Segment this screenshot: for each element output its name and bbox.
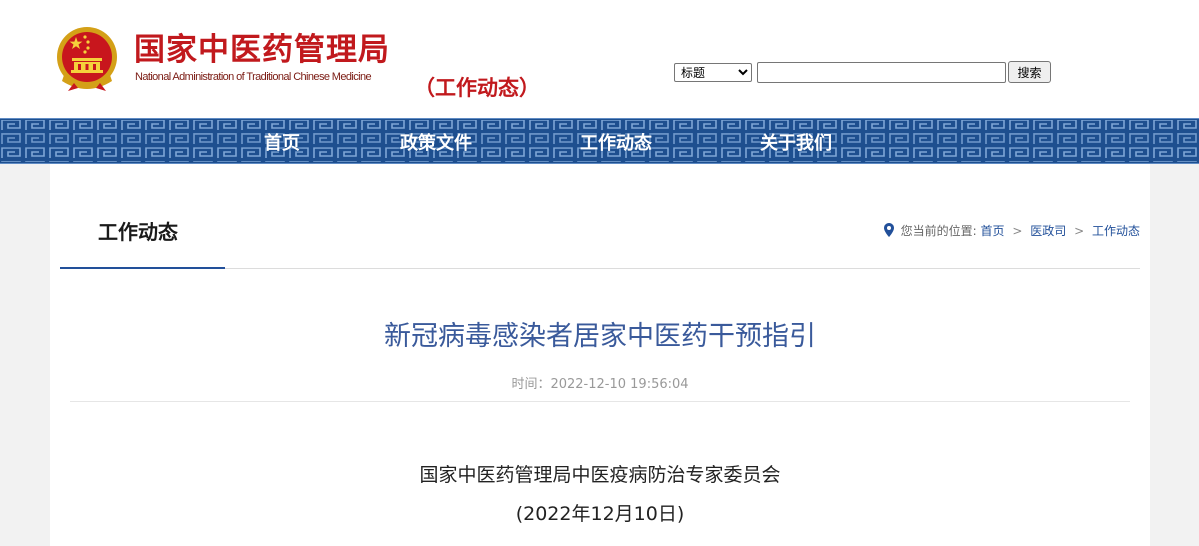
breadcrumb-link-home[interactable]: 首页: [981, 224, 1005, 238]
breadcrumb-link-work-news[interactable]: 工作动态: [1092, 224, 1140, 238]
article-meta: 时间：2022-12-10 19:56:04: [50, 373, 1150, 392]
nav-item-home[interactable]: 首页: [264, 129, 300, 155]
article-time-label: 时间：: [511, 377, 551, 392]
meta-divider: [70, 401, 1130, 402]
nav-item-about[interactable]: 关于我们: [760, 129, 832, 155]
breadcrumb-link-department[interactable]: 医政司: [1030, 224, 1066, 238]
site-title[interactable]: 国家中医药管理局: [134, 30, 390, 70]
search-field-select[interactable]: 标题: [674, 63, 752, 82]
column-title-underline: [60, 267, 225, 269]
nav-item-policy[interactable]: 政策文件: [400, 129, 472, 155]
article-title: 新冠病毒感染者居家中医药干预指引: [384, 321, 816, 352]
article-time: 2022-12-10 19:56:04: [550, 377, 689, 392]
site-header: 国家中医药管理局 National Administration of Trad…: [0, 0, 1199, 118]
breadcrumb-prefix: 您当前的位置:: [900, 224, 977, 238]
breadcrumb-separator: >: [1012, 224, 1023, 238]
nav-item-work-news[interactable]: 工作动态: [580, 129, 652, 155]
content-panel: 工作动态 您当前的位置: 首页 > 医政司 > 工作动态 新冠病毒感染者居家中医…: [50, 164, 1150, 546]
article-date-line: (2022年12月10日): [515, 503, 685, 525]
breadcrumb: 您当前的位置: 首页 > 医政司 > 工作动态: [883, 222, 1140, 239]
article-issuer: 国家中医药管理局中医疫病防治专家委员会: [419, 464, 781, 486]
search-input[interactable]: [757, 62, 1006, 83]
search-button[interactable]: 搜索: [1008, 61, 1051, 83]
section-tag: （工作动态）: [414, 76, 540, 100]
national-emblem-icon[interactable]: [54, 25, 120, 93]
location-pin-icon: [883, 223, 894, 237]
breadcrumb-separator: >: [1074, 224, 1085, 238]
column-title: 工作动态: [98, 220, 178, 244]
main-nav: 首页 政策文件 工作动态 关于我们: [0, 118, 1199, 164]
site-subtitle: National Administration of Traditional C…: [135, 71, 372, 83]
